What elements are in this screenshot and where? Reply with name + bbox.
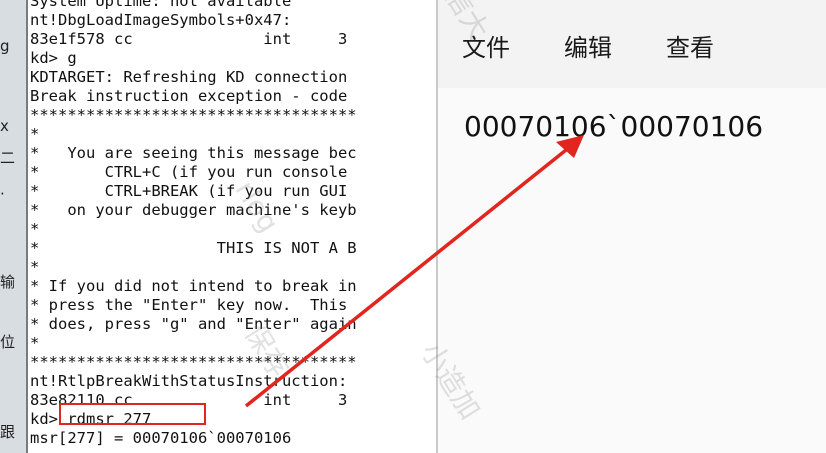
strip-char: 输 xyxy=(0,273,16,291)
console-line: * xyxy=(30,220,40,238)
menu-view[interactable]: 查看 xyxy=(666,28,714,63)
console-line: * If you did not intend to break in xyxy=(30,277,357,295)
strip-char: 二 xyxy=(0,149,16,167)
console-line: kd> g xyxy=(30,49,77,67)
console-line: System Uptime: not available xyxy=(30,0,292,10)
menu-file[interactable]: 文件 xyxy=(462,28,510,63)
notepad-window: 文件 编辑 查看 00070106`00070106 xyxy=(438,0,826,453)
console-line: * You are seeing this message bec xyxy=(30,144,357,162)
console-line: 83e82110 cc int 3 xyxy=(30,391,348,409)
console-line: nt!DbgLoadImageSymbols+0x47: xyxy=(30,11,292,29)
strip-char: 跟 xyxy=(0,423,16,441)
console-line: * on your debugger machine's keyb xyxy=(30,201,357,219)
debugger-console[interactable]: System Uptime: not available nt!DbgLoadI… xyxy=(26,0,438,453)
editor-content[interactable]: 00070106`00070106 xyxy=(464,110,763,143)
left-window-strip: g x 二 · 输 位 跟 xyxy=(0,0,27,453)
console-line: * THIS IS NOT A B xyxy=(30,239,357,257)
console-line: * xyxy=(30,334,40,352)
console-line: * does, press "g" and "Enter" again xyxy=(30,315,357,333)
console-line: * CTRL+C (if you run console xyxy=(30,163,348,181)
console-line: * press the "Enter" key now. This xyxy=(30,296,348,314)
msr-result-line: msr[277] = 00070106`00070106 xyxy=(30,429,292,447)
console-line: *********************************** xyxy=(30,353,357,371)
console-line: *********************************** xyxy=(30,106,357,124)
console-line: * CTRL+BREAK (if you run GUI xyxy=(30,182,348,200)
strip-char: x xyxy=(0,117,9,135)
command-rdmsr-line: kd> rdmsr 277 xyxy=(30,410,152,428)
strip-char: 位 xyxy=(0,333,16,351)
console-line: * xyxy=(30,125,40,143)
console-line: KDTARGET: Refreshing KD connection xyxy=(30,68,348,86)
menu-bar: 文件 编辑 查看 xyxy=(438,0,826,88)
console-line: * xyxy=(30,258,40,276)
console-line: Break instruction exception - code xyxy=(30,87,348,105)
console-line: nt!RtlpBreakWithStatusInstruction: xyxy=(30,372,348,390)
menu-edit[interactable]: 编辑 xyxy=(564,28,612,63)
console-line: 83e1f578 cc int 3 xyxy=(30,30,348,48)
strip-char: · xyxy=(0,185,5,203)
strip-char: g xyxy=(0,37,10,55)
